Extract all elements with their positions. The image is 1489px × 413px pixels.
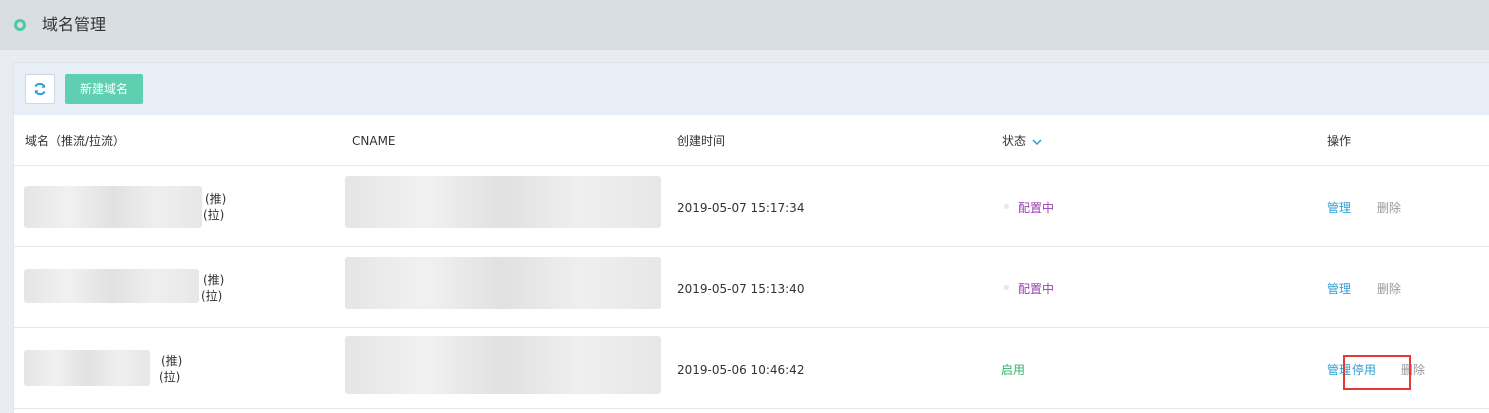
domain-redacted [24,269,199,303]
delete-link[interactable]: 删除 [1377,281,1401,297]
manage-link[interactable]: 管理 [1327,281,1351,297]
table-row: (推) (拉) 2019-05-07 15:17:34 配置中 管理 删除 [14,166,1489,247]
highlight-box [1343,355,1411,390]
created-time: 2019-05-07 15:13:40 [677,282,805,296]
status-circle-icon [14,19,26,31]
header-created: 创建时间 [677,134,726,148]
pull-tag: (拉) [203,208,225,222]
page-title: 域名管理 [42,15,107,34]
status-dot [1004,204,1009,209]
cname-redacted [345,176,661,228]
domain-redacted [24,186,202,228]
domain-redacted [24,350,150,386]
table-header: 域名（推流/拉流） CNAME 创建时间 状态 操作 [14,115,1489,166]
chevron-down-icon [1032,138,1042,145]
manage-link[interactable]: 管理 [1327,200,1351,216]
cname-redacted [345,336,661,394]
domain-panel: 新建域名 域名（推流/拉流） CNAME 创建时间 状态 操作 (推) (拉) … [13,62,1489,413]
toolbar: 新建域名 [14,63,1489,115]
created-time: 2019-05-07 15:17:34 [677,201,805,215]
refresh-icon [34,82,46,96]
delete-link[interactable]: 删除 [1377,200,1401,216]
page-header: 域名管理 [0,0,1489,50]
push-tag: (推) [203,273,225,287]
status-text: 启用 [1001,363,1026,377]
status-dot [1004,285,1009,290]
header-actions: 操作 [1327,134,1352,148]
push-tag: (推) [161,354,183,368]
refresh-button[interactable] [25,74,55,104]
header-status[interactable]: 状态 [1002,133,1042,149]
created-time: 2019-05-06 10:46:42 [677,363,805,377]
pull-tag: (拉) [201,289,223,303]
push-tag: (推) [205,192,227,206]
cname-redacted [345,257,661,309]
status-text: 配置中 [1018,201,1055,215]
header-cname: CNAME [352,134,396,148]
header-domain: 域名（推流/拉流） [25,134,126,148]
new-domain-button[interactable]: 新建域名 [65,74,143,104]
table-row: (推) (拉) 2019-05-06 10:46:42 启用 管理 停用 删除 [14,328,1489,409]
pull-tag: (拉) [159,370,181,384]
table-row: (推) (拉) 2019-05-07 15:13:40 配置中 管理 删除 [14,247,1489,328]
status-text: 配置中 [1018,282,1055,296]
